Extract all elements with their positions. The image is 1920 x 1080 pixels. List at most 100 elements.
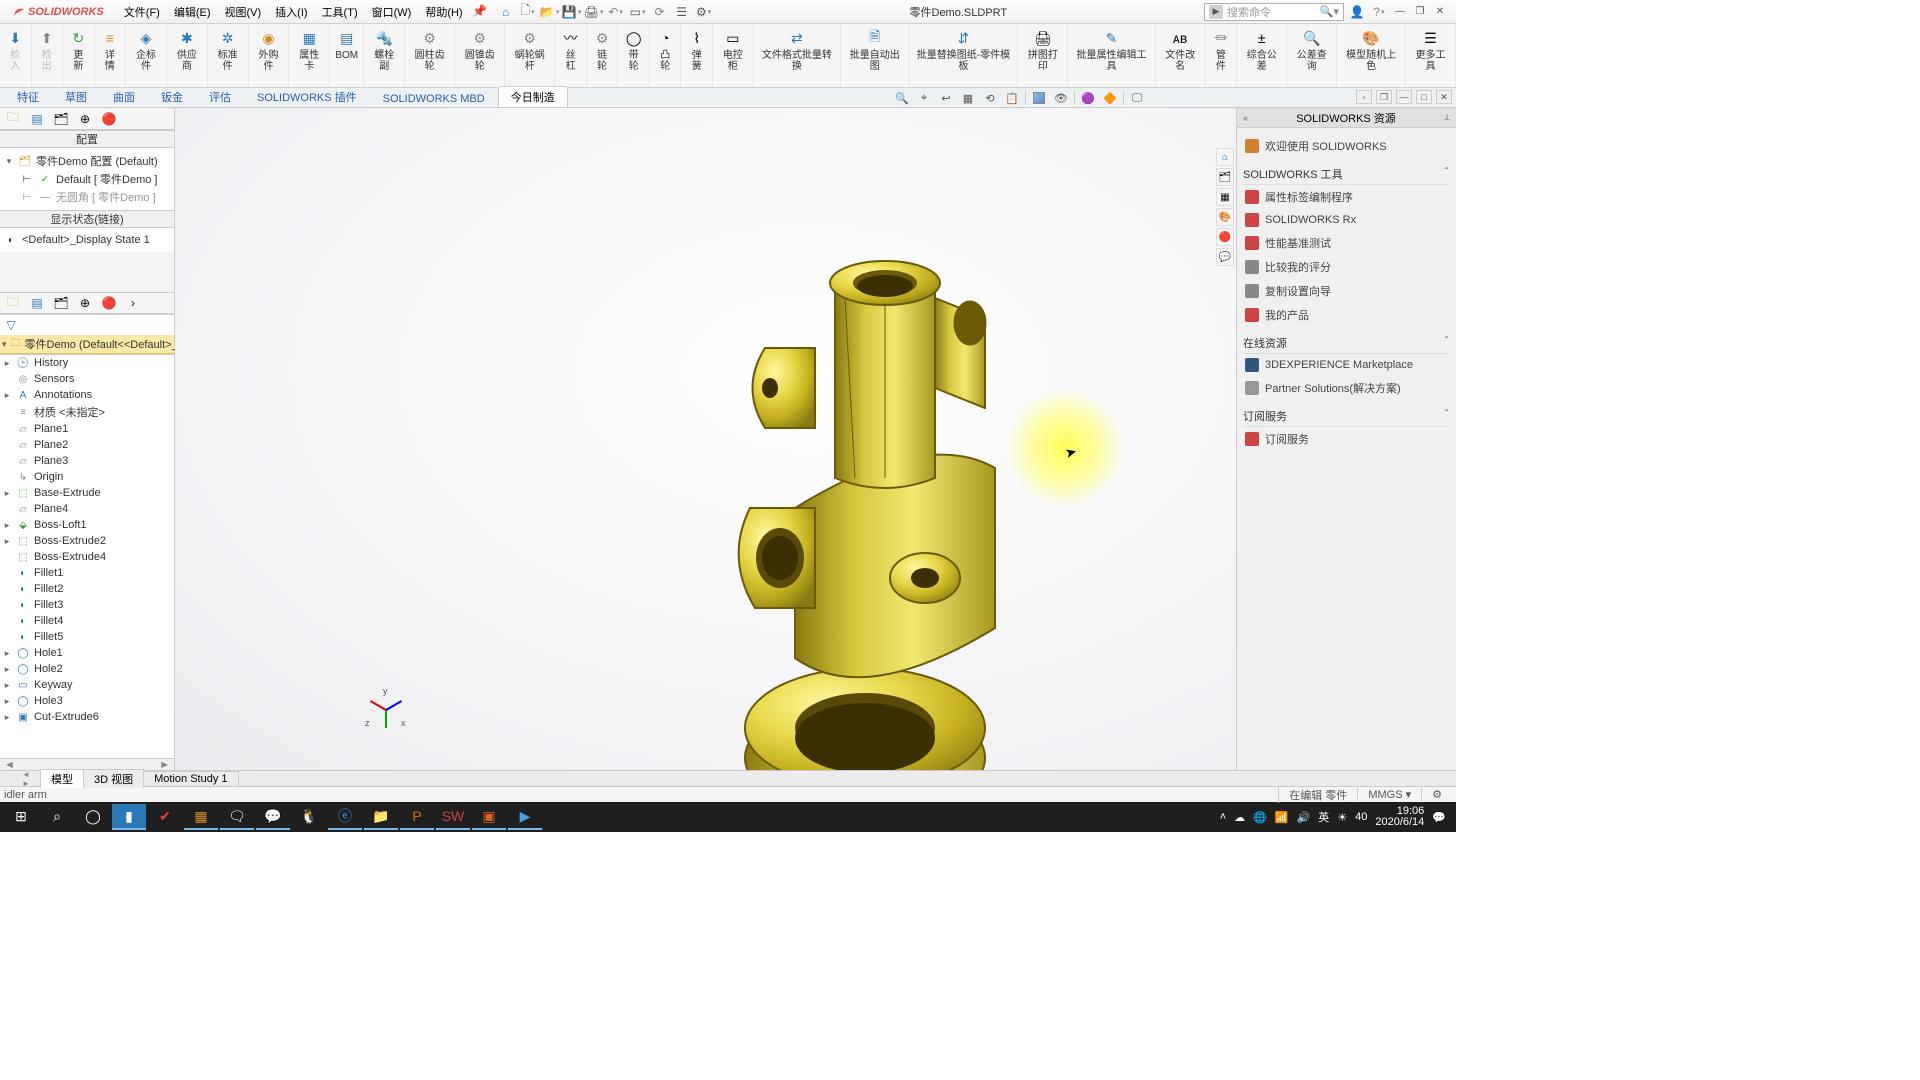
doc-window-close-icon[interactable]: ✕ xyxy=(1436,90,1452,104)
ribbon-rename[interactable]: ᴀʙ文件改名 xyxy=(1156,24,1206,87)
tree-boss-extrude2[interactable]: ▸⬚Boss-Extrude2 xyxy=(0,533,174,549)
tray-temp[interactable]: 40 xyxy=(1355,811,1367,823)
menu-tools[interactable]: 工具(T) xyxy=(316,2,364,22)
ribbon-randomcolor[interactable]: 🎨模型随机上色 xyxy=(1337,24,1406,87)
fm-tab2-feature-icon[interactable]: 🗀 xyxy=(4,295,22,311)
tree-scroll-right-icon[interactable]: ► xyxy=(159,759,170,770)
ribbon-cabinet[interactable]: ▭电控柜 xyxy=(713,24,754,87)
ribbon-batchconvert[interactable]: ⇄文件格式批量转换 xyxy=(754,24,841,87)
taskbar-app2-icon[interactable]: ✔ xyxy=(148,804,182,830)
ribbon-stdparts[interactable]: ◈企标件 xyxy=(126,24,167,87)
tools-section-header[interactable]: SOLIDWORKS 工具⌃ xyxy=(1243,166,1450,185)
fm-tab-feature-icon[interactable]: 🗀 xyxy=(4,111,22,127)
section-view-icon[interactable]: ▦ xyxy=(959,90,977,106)
zoom-fit-icon[interactable]: 🔍 xyxy=(893,90,911,106)
rebuild-icon[interactable]: ⟳ xyxy=(651,3,669,21)
fm-tab2-more-icon[interactable]: › xyxy=(124,295,142,311)
start-button[interactable]: ⊞ xyxy=(4,804,38,830)
taskbar-app4-icon[interactable]: 🗨 xyxy=(220,804,254,830)
pin-icon[interactable]: 📌 xyxy=(471,2,489,20)
taskbar-app5-icon[interactable]: 🐧 xyxy=(292,804,326,830)
tree-scroll-left-icon[interactable]: ◄ xyxy=(4,759,15,770)
user-icon[interactable]: 👤 xyxy=(1348,3,1366,21)
taskpane-tab-home-icon[interactable]: ⌂ xyxy=(1216,148,1234,166)
online-partner[interactable]: Partner Solutions(解决方案) xyxy=(1243,376,1450,400)
ribbon-batchreplace[interactable]: ⇵批量替换图纸-零件模板 xyxy=(910,24,1019,87)
fm-tab-property-icon[interactable]: ▤ xyxy=(28,111,46,127)
ribbon-purchased[interactable]: ◉外购件 xyxy=(249,24,290,87)
tool-myproducts[interactable]: 我的产品 xyxy=(1243,303,1450,327)
taskbar-app7-icon[interactable]: ▶ xyxy=(508,804,542,830)
ribbon-screw[interactable]: 〰丝杠 xyxy=(555,24,587,87)
print-icon[interactable]: 🖨 xyxy=(585,3,603,21)
tree-fillet3[interactable]: ◐Fillet3 xyxy=(0,597,174,613)
graphics-viewport[interactable]: ➤ y x z ⌂ 🗂 ▦ 🎨 🔴 💬 xyxy=(175,108,1236,770)
tool-benchmark[interactable]: 性能基准测试 xyxy=(1243,231,1450,255)
tree-plane2[interactable]: ▱Plane2 xyxy=(0,437,174,453)
menu-help[interactable]: 帮助(H) xyxy=(419,2,468,22)
taskbar-ppt-icon[interactable]: P xyxy=(400,804,434,830)
ribbon-checkin[interactable]: ⬇检入 xyxy=(0,24,32,87)
dynamic-view-icon[interactable]: ⟲ xyxy=(981,90,999,106)
ribbon-details[interactable]: ≡详情 xyxy=(95,24,127,87)
view-orient-icon[interactable]: 📋 xyxy=(1003,90,1021,106)
hide-show-icon[interactable]: 👁 xyxy=(1052,90,1070,106)
ribbon-cam[interactable]: ◔凸轮 xyxy=(650,24,682,87)
fm-tab-display-icon[interactable]: 🔴 xyxy=(100,111,118,127)
new-icon[interactable]: 🗋 xyxy=(519,3,537,21)
ribbon-tolerance[interactable]: ±综合公差 xyxy=(1237,24,1287,87)
display-state-row[interactable]: ◐<Default>_Display State 1 xyxy=(2,232,172,248)
taskpane-pin-icon[interactable]: ⟂ xyxy=(1444,112,1450,123)
menu-edit[interactable]: 编辑(E) xyxy=(168,2,217,22)
tree-hole3[interactable]: ▸◯Hole3 xyxy=(0,693,174,709)
menu-insert[interactable]: 插入(I) xyxy=(269,2,313,22)
tree-origin[interactable]: ↳Origin xyxy=(0,469,174,485)
menu-file[interactable]: 文件(F) xyxy=(118,2,166,22)
save-icon[interactable]: 💾 xyxy=(563,3,581,21)
taskbar-solidworks-icon[interactable]: SW xyxy=(436,804,470,830)
close-icon[interactable]: ✕ xyxy=(1432,5,1448,19)
tool-copysettings[interactable]: 复制设置向导 xyxy=(1243,279,1450,303)
taskpane-tab-view-icon[interactable]: ▦ xyxy=(1216,188,1234,206)
tab-addins[interactable]: SOLIDWORKS 插件 xyxy=(244,86,370,107)
tree-base-extrude[interactable]: ▸⬚Base-Extrude xyxy=(0,485,174,501)
tree-boss-loft1[interactable]: ▸⬙Boss-Loft1 xyxy=(0,517,174,533)
tree-fillet4[interactable]: ◐Fillet4 xyxy=(0,613,174,629)
tree-fillet1[interactable]: ◐Fillet1 xyxy=(0,565,174,581)
view-triad[interactable]: y x z xyxy=(365,690,405,730)
tree-keyway[interactable]: ▸▭Keyway xyxy=(0,677,174,693)
welcome-item[interactable]: 欢迎使用 SOLIDWORKS xyxy=(1243,134,1450,158)
ribbon-spurgear[interactable]: ⚙圆柱齿轮 xyxy=(405,24,455,87)
help-icon[interactable]: ? xyxy=(1370,3,1388,21)
ribbon-pipe[interactable]: ⏛管件 xyxy=(1206,24,1238,87)
tab-evaluate[interactable]: 评估 xyxy=(196,86,244,107)
fm-tab-dim-icon[interactable]: ⊕ xyxy=(76,111,94,127)
fm-tab2-config-icon[interactable]: 🗂 xyxy=(52,295,70,311)
sub-section-header[interactable]: 订阅服务⌃ xyxy=(1243,408,1450,427)
tool-rx[interactable]: SOLIDWORKS Rx xyxy=(1243,209,1450,231)
tree-plane4[interactable]: ▱Plane4 xyxy=(0,501,174,517)
taskpane-tab-custom-icon[interactable]: 🔴 xyxy=(1216,228,1234,246)
ribbon-update[interactable]: ↻更新 xyxy=(63,24,95,87)
sub-service[interactable]: 订阅服务 xyxy=(1243,427,1450,451)
tray-weather-icon[interactable]: ☀ xyxy=(1337,811,1347,824)
menu-window[interactable]: 窗口(W) xyxy=(366,2,418,22)
ribbon-propcard[interactable]: ▦属性卡 xyxy=(289,24,330,87)
tree-hole2[interactable]: ▸◯Hole2 xyxy=(0,661,174,677)
home-icon[interactable]: ⌂ xyxy=(497,3,515,21)
tray-volume-icon[interactable]: 🔊 xyxy=(1297,811,1311,824)
select-icon[interactable]: ▭ xyxy=(629,3,647,21)
tray-wifi-icon[interactable]: 📶 xyxy=(1275,811,1289,824)
tree-cut-extrude6[interactable]: ▸▣Cut-Extrude6 xyxy=(0,709,174,725)
tree-sensors[interactable]: ◎Sensors xyxy=(0,371,174,387)
config-nohorn[interactable]: ⊢—无圆角 [ 零件Demo ] xyxy=(2,188,172,206)
tab-mbd[interactable]: SOLIDWORKS MBD xyxy=(370,90,498,107)
tray-network-icon[interactable]: 🌐 xyxy=(1253,811,1267,824)
taskpane-collapse-icon[interactable]: « xyxy=(1243,113,1248,123)
taskbar-app3-icon[interactable]: ▦ xyxy=(184,804,218,830)
taskpane-tab-forum-icon[interactable]: 💬 xyxy=(1216,248,1234,266)
tray-onedrive-icon[interactable]: ☁ xyxy=(1234,811,1245,824)
doc-window-min-icon[interactable]: ▫ xyxy=(1356,90,1372,104)
prev-view-icon[interactable]: ↩ xyxy=(937,90,955,106)
tab-today[interactable]: 今日制造 xyxy=(498,86,568,107)
